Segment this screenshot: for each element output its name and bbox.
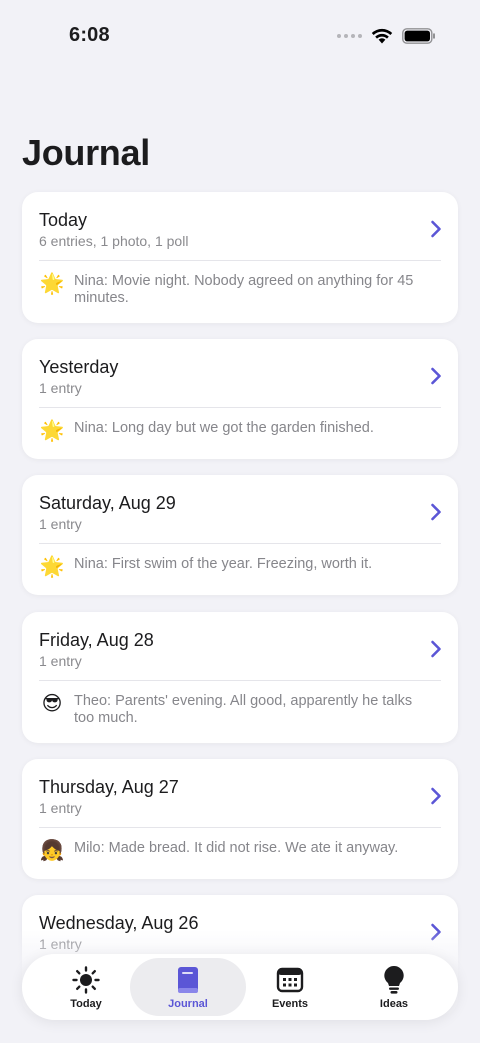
entry-preview-row: 😎 Theo: Parents' evening. All good, appar…: [39, 690, 441, 727]
page-title: Journal: [22, 132, 150, 173]
lightbulb-icon: [380, 965, 408, 994]
journal-day-card[interactable]: Today 6 entries, 1 photo, 1 poll 🌟 Nina: Mo…: [22, 192, 458, 323]
journal-day-card[interactable]: Friday, Aug 28 1 entry 😎 Theo: Parents' eve…: [22, 612, 458, 743]
day-card-header: Saturday, Aug 29 1 entry: [22, 475, 458, 543]
author-avatar-emoji: 😎: [41, 693, 63, 715]
day-title: Thursday, Aug 27: [39, 777, 179, 797]
day-card-header: Today 6 entries, 1 photo, 1 poll: [22, 192, 458, 260]
day-card-header: Friday, Aug 28 1 entry: [22, 612, 458, 680]
status-icons: [337, 26, 436, 46]
tab-today[interactable]: Today: [28, 958, 144, 1016]
day-title: Friday, Aug 28: [39, 630, 154, 650]
tab-events[interactable]: Events: [232, 958, 348, 1016]
day-card-header: Yesterday 1 entry: [22, 339, 458, 407]
book-icon: [174, 966, 202, 994]
tab-ideas[interactable]: Ideas: [336, 958, 452, 1016]
day-title: Today: [39, 210, 88, 230]
cellular-signal-icon: [337, 34, 362, 38]
journal-day-card[interactable]: Thursday, Aug 27 1 entry 👧 Milo: Made bread…: [22, 759, 458, 879]
day-entry-count: 1 entry: [39, 653, 82, 669]
calendar-icon: [276, 966, 304, 994]
day-entry-count: 1 entry: [39, 380, 82, 396]
wifi-icon: [371, 28, 393, 44]
tab-label: Events: [271, 998, 309, 1010]
day-entry-count: 6 entries, 1 photo, 1 poll: [39, 233, 189, 249]
entry-preview-text: Nina: Movie night. Nobody agreed on anyt…: [74, 273, 414, 306]
tab-label: Today: [70, 998, 102, 1010]
tab-bar: Today Journal Events Ideas: [22, 954, 458, 1020]
chevron-right-icon: [431, 640, 441, 658]
tab-label: Ideas: [379, 998, 409, 1010]
day-title: Saturday, Aug 29: [39, 493, 176, 513]
tab-journal[interactable]: Journal: [130, 958, 246, 1016]
entry-preview-text: Milo: Made bread. It did not rise. We at…: [74, 840, 399, 856]
entry-preview-text: Nina: Long day but we got the garden fin…: [74, 420, 374, 436]
day-entry-count: 1 entry: [39, 516, 82, 532]
journal-day-card[interactable]: Saturday, Aug 29 1 entry 🌟 Nina: First swim…: [22, 475, 458, 595]
entry-preview-text: Theo: Parents' evening. All good, appare…: [74, 693, 413, 726]
author-avatar-emoji: 🌟: [39, 420, 65, 442]
author-avatar-emoji: 👧: [39, 840, 65, 862]
day-entry-count: 1 entry: [39, 800, 82, 816]
divider: [39, 827, 441, 828]
author-avatar-emoji: 🌟: [39, 556, 65, 578]
divider: [39, 407, 441, 408]
entry-preview-row: 🌟 Nina: First swim of the year. Freezing,…: [39, 553, 441, 580]
chevron-right-icon: [431, 503, 441, 521]
author-avatar-emoji: 🌟: [39, 273, 65, 295]
tab-label: Journal: [168, 998, 208, 1010]
entry-preview-row: 🌟 Nina: Movie night. Nobody agreed on any…: [39, 270, 441, 307]
day-title: Yesterday: [39, 357, 119, 377]
chevron-right-icon: [431, 787, 441, 805]
entry-preview-row: 🌟 Nina: Long day but we got the garden fi…: [39, 417, 441, 444]
journal-day-card[interactable]: Yesterday 1 entry 🌟 Nina: Long day but we g…: [22, 339, 458, 459]
chevron-right-icon: [431, 367, 441, 385]
chevron-right-icon: [431, 220, 441, 238]
battery-icon: [402, 28, 435, 44]
status-bar: 6:08: [0, 0, 480, 70]
day-card-header: Thursday, Aug 27 1 entry: [22, 759, 458, 827]
entry-preview-text: Nina: First swim of the year. Freezing, …: [74, 556, 373, 572]
divider: [39, 680, 441, 681]
divider: [39, 543, 441, 544]
entry-preview-row: 👧 Milo: Made bread. It did not rise. We a…: [39, 837, 441, 864]
status-time: 6:08: [69, 24, 110, 46]
sun-icon: [72, 966, 100, 994]
divider: [39, 260, 441, 261]
